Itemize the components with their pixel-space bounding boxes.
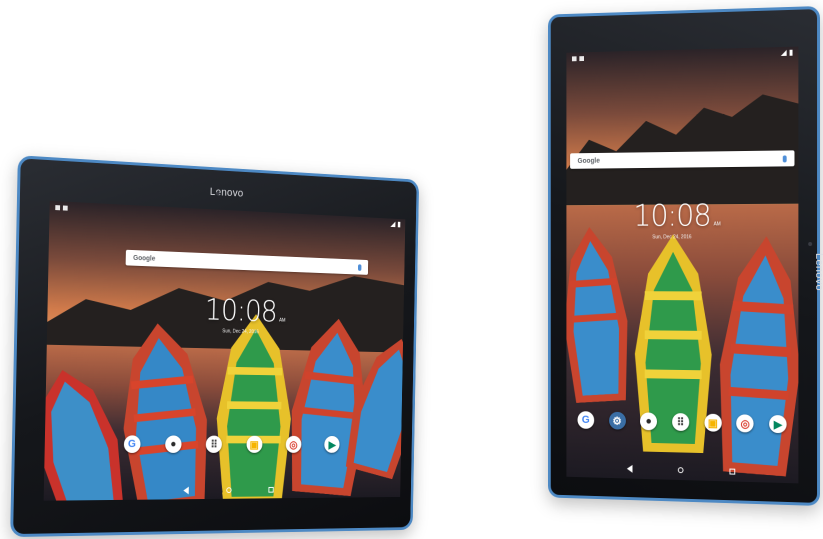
- wallpaper-boat: [112, 320, 217, 501]
- boat-rib: [644, 369, 702, 379]
- notification-icon: [55, 204, 61, 210]
- play-store-icon[interactable]: ▶: [769, 414, 787, 434]
- front-camera: [808, 242, 813, 247]
- front-camera: [216, 191, 220, 196]
- status-left: [571, 55, 584, 61]
- play-store-icon[interactable]: ▶: [324, 435, 340, 453]
- clock-time: 10:08: [204, 293, 277, 329]
- tablet-screen: Google 10:08 AM Sun, Dec 24, 2016 G ● ⠿ ▣ ◎ ▶: [43, 200, 406, 501]
- clock-date: Sun, Dec 24, 2016: [652, 234, 692, 241]
- back-button[interactable]: [626, 464, 633, 473]
- clock-ampm: AM: [713, 221, 721, 228]
- recents-button[interactable]: [729, 468, 736, 475]
- microphone-icon[interactable]: [782, 154, 787, 162]
- clock-time: 10:08: [633, 198, 711, 234]
- recents-icon: [729, 468, 736, 475]
- microphone-icon[interactable]: [357, 263, 362, 271]
- app-drawer-icon[interactable]: ⠿: [672, 413, 690, 432]
- notification-icon: [579, 55, 584, 61]
- back-icon: [183, 486, 189, 495]
- app-drawer-icon[interactable]: ⠿: [205, 435, 223, 453]
- battery-icon: [789, 49, 793, 56]
- battery-icon: [397, 221, 401, 228]
- home-button[interactable]: [226, 487, 232, 494]
- home-icon: [677, 467, 684, 474]
- recents-button[interactable]: [268, 486, 274, 493]
- home-button[interactable]: [677, 467, 684, 474]
- google-logo: Google: [133, 254, 156, 263]
- clock-date: Sun, Dec 24, 2016: [222, 328, 259, 336]
- brand-logo: Lenovo: [813, 253, 823, 291]
- notification-icon: [62, 204, 68, 211]
- status-right: [780, 49, 793, 56]
- app-dock: G ⚙ ● ⠿ ▣ ◎ ▶: [570, 407, 794, 437]
- recents-icon: [268, 486, 274, 493]
- photos-icon[interactable]: ▣: [704, 413, 722, 432]
- clock-widget[interactable]: 10:08 AM: [205, 293, 286, 329]
- wifi-signal-icon: [390, 221, 396, 228]
- back-button[interactable]: [183, 486, 189, 495]
- back-icon: [626, 464, 633, 473]
- camera-icon[interactable]: ●: [640, 412, 658, 431]
- home-icon: [226, 487, 232, 494]
- photos-icon[interactable]: ▣: [246, 435, 263, 453]
- landscape-tablet: Lenovo Google 10:08 AM Sun, Dec 24, 2016…: [10, 155, 420, 538]
- wallpaper-boat: [566, 224, 635, 403]
- clock-ampm: AM: [279, 317, 286, 324]
- boat-rib: [644, 330, 702, 340]
- app-dock: G ● ⠿ ▣ ◎ ▶: [111, 431, 352, 456]
- google-search-bar[interactable]: Google: [570, 150, 795, 169]
- status-right: [390, 221, 401, 228]
- portrait-tablet: Lenovo Google 10:08 AM Sun, Dec 24, 2016…: [547, 6, 823, 506]
- chrome-icon[interactable]: ◎: [736, 414, 754, 433]
- settings-icon[interactable]: ⚙: [608, 411, 626, 430]
- boat-rib: [226, 401, 282, 410]
- boat-rib: [227, 366, 283, 376]
- tablet-screen: Google 10:08 AM Sun, Dec 24, 2016 G ⚙ ● ⠿ ▣ ◎…: [566, 46, 799, 484]
- camera-icon[interactable]: ●: [165, 435, 182, 453]
- chrome-icon[interactable]: ◎: [285, 435, 302, 453]
- boat-rib: [644, 290, 702, 300]
- google-logo: Google: [577, 157, 600, 165]
- wifi-signal-icon: [780, 49, 787, 56]
- notification-icon: [571, 55, 577, 61]
- google-icon[interactable]: G: [577, 411, 595, 429]
- status-left: [55, 204, 68, 211]
- google-icon[interactable]: G: [123, 435, 141, 453]
- wallpaper-boat: [711, 234, 798, 477]
- clock-widget[interactable]: 10:08 AM: [633, 199, 720, 234]
